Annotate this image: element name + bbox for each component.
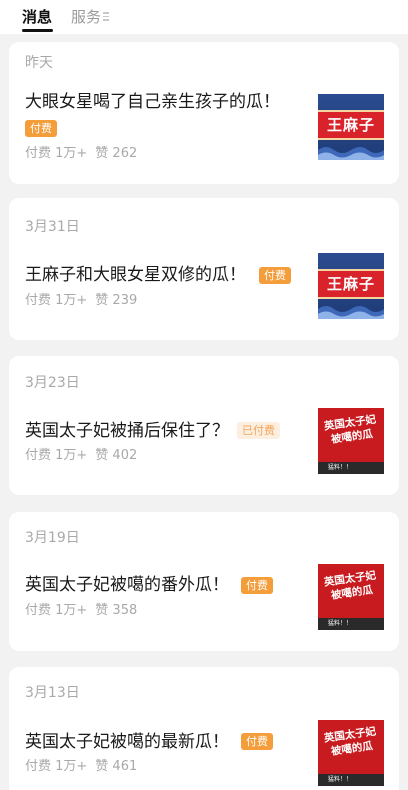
payer-count: 付费 1万+ bbox=[25, 448, 88, 463]
feed-card[interactable]: 昨天 大眼女星喝了自己亲生孩子的瓜！ 付费 付费 1万+ 赞 262 王麻子 bbox=[9, 42, 399, 184]
feed-card[interactable]: 3月31日 王麻子和大眼女星双修的瓜！ 付费 付费 1万+ 赞 239 王麻子 bbox=[9, 198, 399, 340]
card-title[interactable]: 英国太子妃被捅后保住了？ bbox=[25, 420, 229, 442]
card-date: 3月13日 bbox=[25, 685, 80, 701]
card-title[interactable]: 王麻子和大眼女星双修的瓜！ bbox=[25, 264, 246, 286]
paid-badge: 付费 bbox=[259, 267, 291, 284]
card-meta: 付费 1万+ 赞 461 bbox=[25, 758, 137, 776]
menu-lines-icon[interactable] bbox=[103, 12, 109, 21]
waves-icon bbox=[318, 147, 384, 160]
paid-badge: 付费 bbox=[241, 733, 273, 750]
thumbnail-text: 英国太子妃被噶的瓜 bbox=[323, 725, 377, 758]
thumbnail-strip-text: 猛料！！ bbox=[328, 620, 353, 627]
payer-count: 付费 1万+ bbox=[25, 603, 88, 618]
feed-card[interactable]: 3月19日 英国太子妃被噶的番外瓜！ 付费 付费 1万+ 赞 358 英国太子妃被… bbox=[9, 512, 399, 651]
card-meta: 付费 1万+ 赞 239 bbox=[25, 292, 137, 310]
like-count: 赞 239 bbox=[95, 293, 138, 308]
payer-count: 付费 1万+ bbox=[25, 146, 88, 161]
purchased-badge: 已付费 bbox=[237, 422, 280, 439]
article-thumbnail[interactable]: 英国太子妃被噶的瓜 猛料！！ bbox=[318, 564, 384, 630]
card-date: 3月31日 bbox=[25, 219, 80, 235]
card-meta: 付费 1万+ 赞 402 bbox=[25, 447, 137, 465]
top-tab-bar: 消息 服务 bbox=[0, 0, 408, 34]
article-thumbnail[interactable]: 英国太子妃被噶的瓜 猛料！！ bbox=[318, 720, 384, 786]
waves-icon bbox=[318, 306, 384, 319]
card-title[interactable]: 大眼女星喝了自己亲生孩子的瓜！ bbox=[25, 91, 280, 113]
thumbnail-strip-text: 猛料！！ bbox=[328, 464, 353, 471]
card-date: 3月19日 bbox=[25, 530, 80, 546]
card-meta: 付费 1万+ 赞 262 bbox=[25, 145, 137, 163]
like-count: 赞 402 bbox=[95, 448, 138, 463]
thumbnail-text: 英国太子妃被噶的瓜 bbox=[323, 413, 377, 446]
card-meta: 付费 1万+ 赞 358 bbox=[25, 602, 137, 620]
paid-badge: 付费 bbox=[241, 577, 273, 594]
like-count: 赞 262 bbox=[95, 146, 138, 161]
article-thumbnail[interactable]: 英国太子妃被噶的瓜 猛料！！ bbox=[318, 408, 384, 474]
payer-count: 付费 1万+ bbox=[25, 759, 88, 774]
thumbnail-strip-text: 猛料！！ bbox=[328, 776, 353, 783]
like-count: 赞 358 bbox=[95, 603, 138, 618]
feed-card[interactable]: 3月13日 英国太子妃被噶的最新瓜！ 付费 付费 1万+ 赞 461 英国太子妃被… bbox=[9, 667, 399, 790]
thumbnail-text: 王麻子 bbox=[326, 116, 375, 134]
article-thumbnail[interactable]: 王麻子 bbox=[318, 253, 384, 319]
paid-badge: 付费 bbox=[25, 120, 57, 137]
tab-messages[interactable]: 消息 bbox=[22, 7, 52, 27]
thumbnail-text: 王麻子 bbox=[326, 275, 375, 293]
payer-count: 付费 1万+ bbox=[25, 293, 88, 308]
card-date: 昨天 bbox=[25, 55, 53, 71]
article-thumbnail[interactable]: 王麻子 bbox=[318, 94, 384, 160]
card-title[interactable]: 英国太子妃被噶的番外瓜！ bbox=[25, 574, 229, 596]
tab-services[interactable]: 服务 bbox=[71, 7, 101, 27]
card-date: 3月23日 bbox=[25, 375, 80, 391]
active-tab-indicator bbox=[22, 29, 53, 32]
like-count: 赞 461 bbox=[95, 759, 138, 774]
thumbnail-text: 英国太子妃被噶的瓜 bbox=[323, 569, 377, 602]
feed-card[interactable]: 3月23日 英国太子妃被捅后保住了？ 已付费 付费 1万+ 赞 402 英国太子妃… bbox=[9, 356, 399, 495]
card-title[interactable]: 英国太子妃被噶的最新瓜！ bbox=[25, 731, 229, 753]
